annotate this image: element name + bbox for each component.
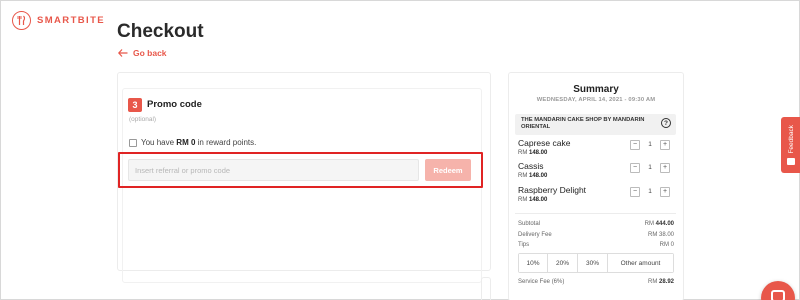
optional-label: (optional): [129, 116, 157, 123]
cart-item-name: Raspberry Delight: [518, 185, 587, 195]
summary-divider: [515, 213, 676, 214]
service-fee-value: RM 28.92: [601, 279, 674, 285]
subtotal-amount: 444.00: [655, 221, 674, 227]
service-fee-label: Service Fee (6%): [518, 279, 564, 285]
currency: RM: [518, 173, 529, 179]
currency: RM: [647, 279, 659, 285]
feedback-tab[interactable]: Feedback: [781, 117, 800, 173]
price-value: 148.00: [529, 150, 548, 156]
qty-decrease-button[interactable]: −: [630, 163, 640, 173]
tip-option-10[interactable]: 10%: [519, 254, 548, 272]
reward-prefix: You have: [141, 138, 177, 147]
feedback-label: Feedback: [787, 125, 795, 154]
qty-value: 1: [648, 141, 652, 148]
currency: RM: [518, 150, 529, 156]
tips-value: RM 0: [659, 242, 674, 248]
summary-title: Summary: [573, 84, 619, 95]
arrow-left-icon: [118, 49, 128, 57]
brand-logo[interactable]: SMARTBITE: [12, 11, 105, 30]
delivery-fee-value: RM 38.00: [647, 232, 674, 238]
cart-item-price: RM 148.00: [518, 197, 547, 203]
reward-points-checkbox[interactable]: [129, 139, 137, 147]
help-icon[interactable]: ?: [661, 118, 671, 128]
qty-decrease-button[interactable]: −: [630, 187, 640, 197]
reward-points-label: You have RM 0 in reward points.: [141, 138, 256, 147]
qty-increase-button[interactable]: +: [660, 163, 670, 173]
fork-knife-icon: [12, 11, 31, 30]
next-section-card: [481, 277, 491, 300]
brand-name: SMARTBITE: [37, 15, 106, 26]
service-fee-pct: (6%): [551, 279, 565, 285]
promo-code-input[interactable]: [128, 159, 419, 181]
cart-item-name: Caprese cake: [518, 138, 571, 148]
service-fee-amount: 28.92: [658, 279, 674, 285]
subtotal-label: Subtotal: [518, 221, 541, 227]
tips-label: Tips: [518, 242, 530, 248]
cart-item-price: RM 148.00: [518, 150, 547, 156]
redeem-button[interactable]: Redeem: [425, 159, 471, 181]
cart-item-name: Cassis: [518, 161, 544, 171]
chat-icon: [771, 290, 785, 300]
step-number-badge: 3: [128, 98, 142, 112]
qty-decrease-button[interactable]: −: [630, 140, 640, 150]
go-back-label: Go back: [133, 48, 167, 58]
delivery-datetime: WEDNESDAY, APRIL 14, 2021 - 09:30 AM: [536, 97, 656, 103]
promo-code-title: Promo code: [147, 99, 202, 110]
price-value: 148.00: [529, 173, 548, 179]
delivery-fee-label: Delivery Fee: [518, 232, 552, 238]
reward-amount: RM 0: [176, 138, 196, 147]
reward-suffix: in reward points.: [195, 138, 257, 147]
currency: RM: [644, 221, 656, 227]
service-fee-text: Service Fee: [518, 279, 551, 285]
feedback-icon: [787, 157, 795, 165]
qty-increase-button[interactable]: +: [660, 187, 670, 197]
qty-value: 1: [648, 188, 652, 195]
price-value: 148.00: [529, 197, 548, 203]
shop-name: THE MANDARIN CAKE SHOP BY MANDARIN ORIEN…: [521, 117, 645, 131]
tip-option-20[interactable]: 20%: [548, 254, 578, 272]
page-title: Checkout: [117, 21, 204, 42]
cart-item-price: RM 148.00: [518, 173, 547, 179]
qty-value: 1: [648, 164, 652, 171]
tip-option-30[interactable]: 30%: [578, 254, 608, 272]
tip-option-other[interactable]: Other amount: [608, 254, 673, 272]
subtotal-value: RM 444.00: [601, 221, 674, 227]
tip-options: 10% 20% 30% Other amount: [518, 253, 674, 273]
chat-launcher-button[interactable]: [761, 281, 795, 300]
go-back-link[interactable]: Go back: [118, 48, 167, 58]
qty-increase-button[interactable]: +: [660, 140, 670, 150]
currency: RM: [518, 197, 529, 203]
